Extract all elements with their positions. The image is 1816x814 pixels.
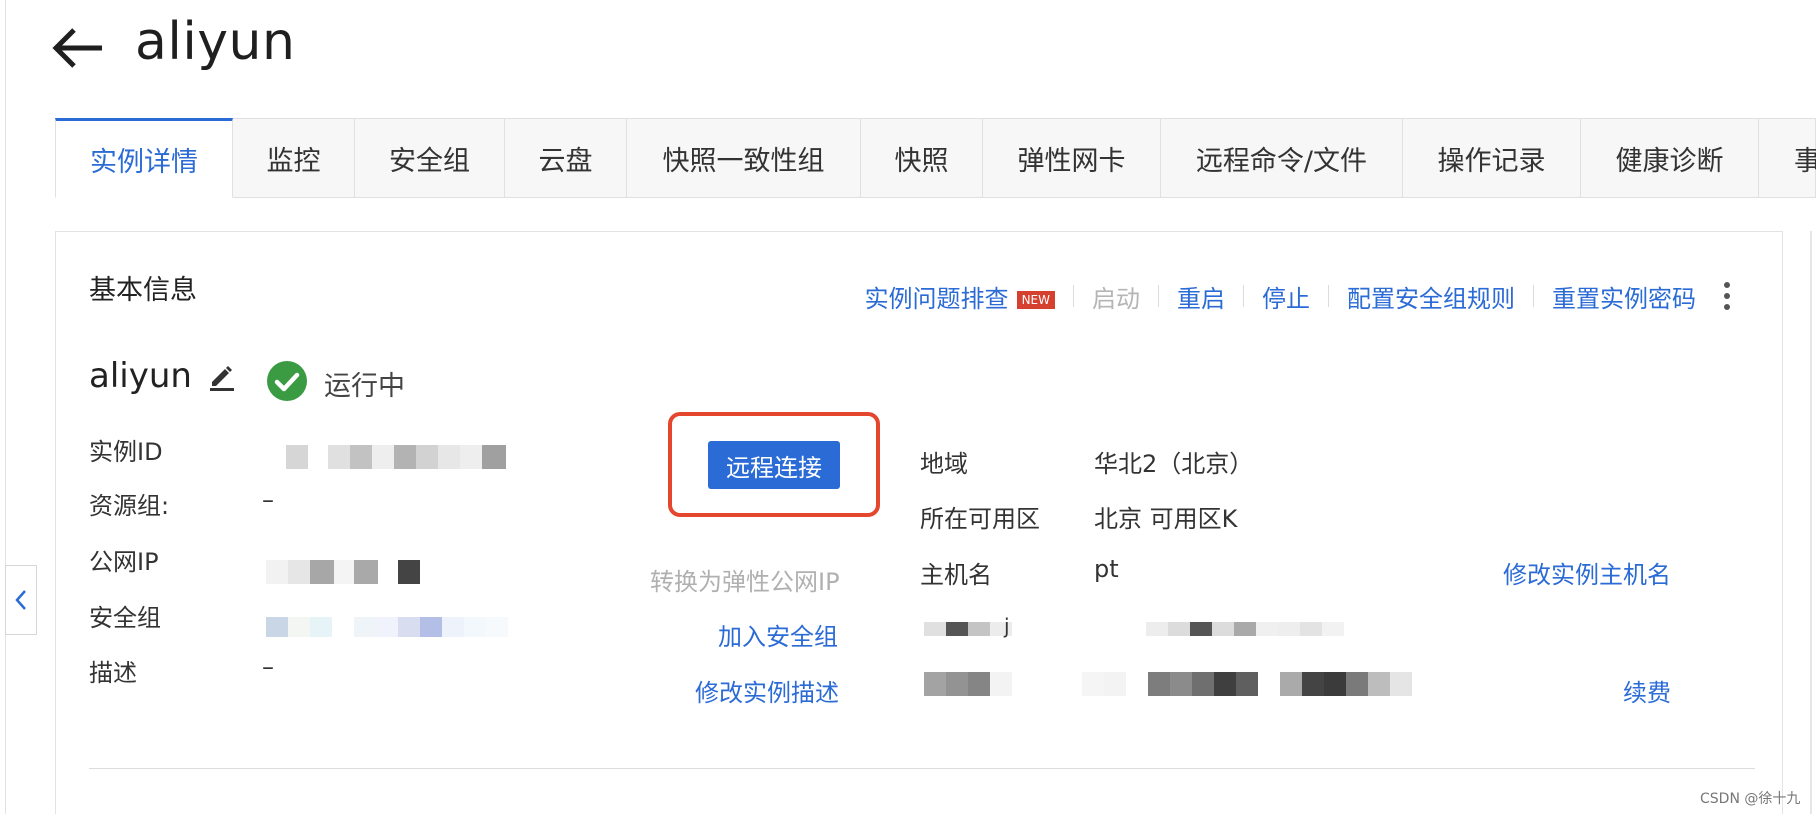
separator [1243,285,1244,307]
restart-button[interactable]: 重启 [1177,279,1225,314]
action-bar: 实例问题排查 NEW 启动 重启 停止 配置安全组规则 重置实例密码 [865,276,1732,316]
reset-password-link[interactable]: 重置实例密码 [1552,279,1696,314]
description-value: – [262,653,274,681]
stop-button[interactable]: 停止 [1262,279,1310,314]
tab-bar: 实例详情 监控 安全组 云盘 快照一致性组 快照 弹性网卡 远程命令/文件 操作… [55,118,1816,198]
troubleshoot-link[interactable]: 实例问题排查 NEW [865,279,1055,314]
card-title: 基本信息 [89,275,197,306]
more-vertical-icon[interactable] [1722,282,1732,310]
section-divider [89,768,1755,769]
chevron-left-icon [15,590,26,610]
renew-link[interactable]: 续费 [1623,673,1671,708]
row4-label-redacted [924,622,1012,636]
separator [1533,285,1534,307]
tab-remote-command[interactable]: 远程命令/文件 [1161,118,1403,198]
arrow-left-icon [52,28,102,68]
instance-name: aliyun [89,356,192,396]
description-label: 描述 [89,659,137,687]
tab-snapshot[interactable]: 快照 [861,118,983,198]
page: aliyun 实例详情 监控 安全组 云盘 快照一致性组 快照 弹性网卡 远程命… [0,0,1816,814]
tab-operation-log[interactable]: 操作记录 [1403,118,1581,198]
public-ip-redacted [266,560,420,584]
tab-health-diagnosis[interactable]: 健康诊断 [1581,118,1759,198]
tab-security-group[interactable]: 安全组 [355,118,505,198]
row5-label-redacted [924,672,1012,696]
edit-description-link[interactable]: 修改实例描述 [695,673,839,708]
tab-snapshot-consistency-group[interactable]: 快照一致性组 [627,118,861,198]
zone-label: 所在可用区 [920,505,1040,533]
row5-value-redacted [1082,672,1412,696]
new-badge: NEW [1016,290,1055,309]
zone-value: 北京 可用区K [1094,505,1238,533]
join-security-group-link[interactable]: 加入安全组 [718,617,838,652]
hostname-value: pt [1094,555,1119,583]
row4-value-redacted [1146,622,1344,636]
status-text: 运行中 [324,371,405,402]
edit-hostname-link[interactable]: 修改实例主机名 [1503,555,1671,590]
tab-events[interactable]: 事 [1759,118,1816,198]
edit-pencil-icon[interactable] [206,360,238,392]
tab-instance-details[interactable]: 实例详情 [55,118,233,198]
sidebar-collapse-toggle[interactable] [5,565,37,635]
separator [1328,285,1329,307]
back-button[interactable] [50,18,110,78]
region-value: 华北2（北京） [1094,450,1254,478]
security-group-label: 安全组 [89,604,161,632]
start-button[interactable]: 启动 [1092,279,1140,314]
troubleshoot-label: 实例问题排查 [864,284,1009,313]
row4-label-fragment: j [1004,614,1010,638]
public-ip-label: 公网IP [89,548,159,576]
page-title: aliyun [135,12,296,72]
instance-id-redacted [286,445,506,469]
separator [1158,285,1159,307]
region-label: 地域 [920,450,968,478]
remote-connect-button[interactable]: 远程连接 [708,441,840,489]
tab-cloud-disk[interactable]: 云盘 [505,118,627,198]
hostname-label: 主机名 [920,561,992,589]
resource-group-label: 资源组: [89,492,170,520]
tab-monitoring[interactable]: 监控 [233,118,355,198]
convert-eip-link[interactable]: 转换为弹性公网IP [650,562,840,597]
tab-elastic-nic[interactable]: 弹性网卡 [983,118,1161,198]
left-rule [5,0,6,814]
right-rule [1810,231,1812,814]
config-security-group-rules-link[interactable]: 配置安全组规则 [1347,279,1515,314]
instance-id-label: 实例ID [89,438,163,466]
resource-group-value: – [262,486,274,514]
separator [1073,285,1074,307]
basic-info-card: 基本信息 实例问题排查 NEW 启动 重启 停止 配置安全组规则 重置实例密码 a… [55,231,1783,814]
check-circle-icon [266,360,308,402]
watermark: CSDN @徐十九 [1700,791,1801,807]
security-group-redacted [266,617,508,637]
